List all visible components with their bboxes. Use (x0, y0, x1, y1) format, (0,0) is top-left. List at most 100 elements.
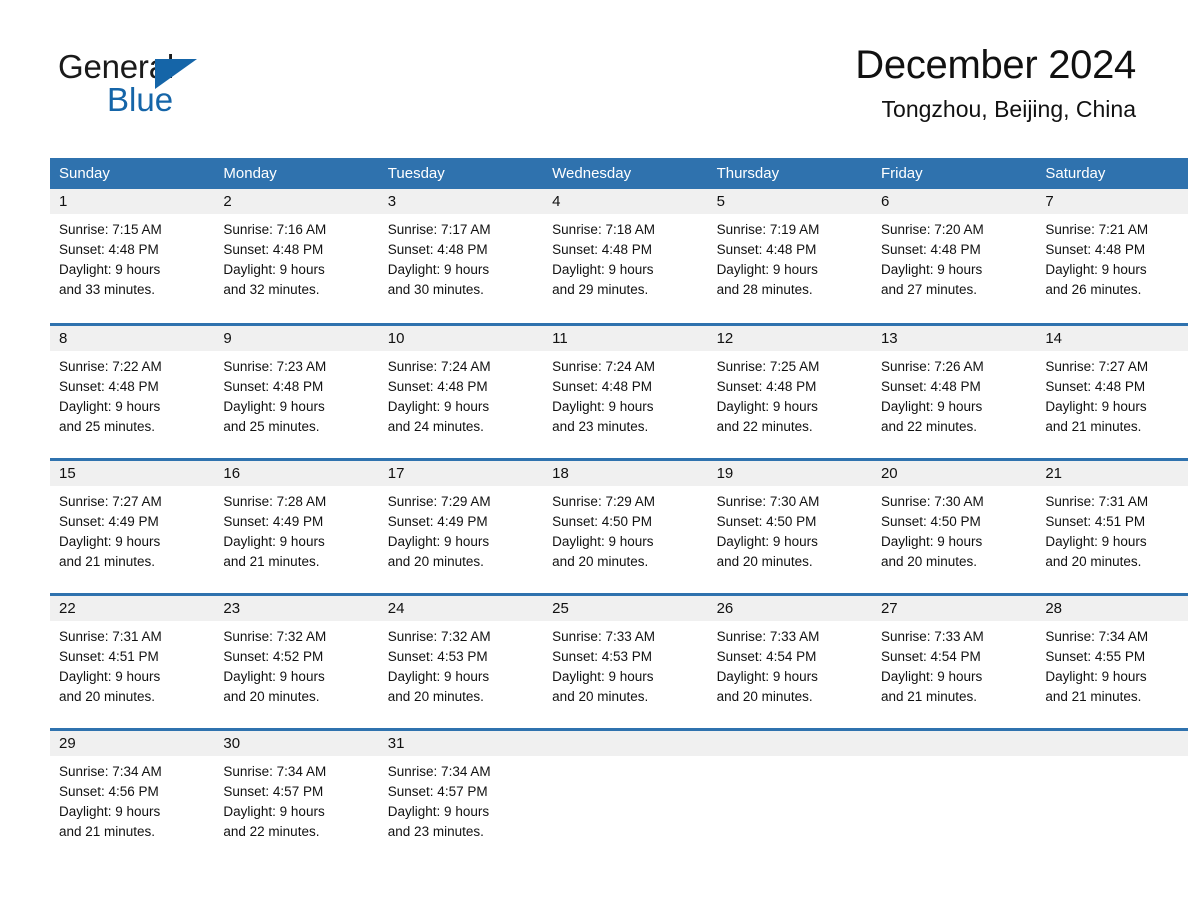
day-cell[interactable]: 2 Sunrise: 7:16 AM Sunset: 4:48 PM Dayli… (214, 189, 379, 324)
day-cell[interactable]: 1 Sunrise: 7:15 AM Sunset: 4:48 PM Dayli… (50, 189, 215, 324)
day-details: Sunrise: 7:28 AM Sunset: 4:49 PM Dayligh… (214, 486, 378, 572)
day-cell[interactable]: 23 Sunrise: 7:32 AM Sunset: 4:52 PM Dayl… (214, 592, 379, 729)
day-cell[interactable]: 29 Sunrise: 7:34 AM Sunset: 4:56 PM Dayl… (50, 727, 215, 864)
sunset-text: Sunset: 4:50 PM (716, 513, 817, 529)
day-cell[interactable]: 21 Sunrise: 7:31 AM Sunset: 4:51 PM Dayl… (1036, 457, 1188, 594)
day-cell-empty (871, 727, 1037, 864)
sunset-text: Sunset: 4:50 PM (552, 513, 652, 529)
sunrise-text: Sunrise: 7:16 AM (223, 222, 327, 237)
sunrise-text: Sunrise: 7:32 AM (223, 628, 327, 644)
day-cell-empty (543, 727, 708, 864)
day-cell[interactable]: 26 Sunrise: 7:33 AM Sunset: 4:54 PM Dayl… (707, 592, 872, 729)
day-cell[interactable]: 3 Sunrise: 7:17 AM Sunset: 4:48 PM Dayli… (378, 189, 544, 324)
day-details (872, 756, 1036, 762)
day-cell[interactable]: 11 Sunrise: 7:24 AM Sunset: 4:48 PM Dayl… (543, 322, 708, 459)
sunrise-text: Sunrise: 7:24 AM (552, 358, 655, 374)
calendar-week-row: 29 Sunrise: 7:34 AM Sunset: 4:56 PM Dayl… (50, 727, 1188, 864)
day-cell[interactable]: 22 Sunrise: 7:31 AM Sunset: 4:51 PM Dayl… (50, 592, 215, 729)
daylight-text-line2: and 20 minutes. (387, 688, 484, 704)
day-number: 6 (871, 189, 1037, 214)
daylight-text-line2: and 20 minutes. (1045, 553, 1142, 569)
daylight-text-line2: and 21 minutes. (59, 553, 156, 569)
daylight-text-line2: and 23 minutes. (552, 418, 649, 434)
day-number: 25 (543, 595, 708, 621)
day-cell[interactable]: 15 Sunrise: 7:27 AM Sunset: 4:49 PM Dayl… (50, 457, 215, 594)
sunrise-text: Sunrise: 7:17 AM (387, 222, 491, 237)
day-cell[interactable]: 18 Sunrise: 7:29 AM Sunset: 4:50 PM Dayl… (543, 457, 708, 594)
sunrise-text: Sunrise: 7:34 AM (223, 763, 327, 779)
day-cell[interactable]: 27 Sunrise: 7:33 AM Sunset: 4:54 PM Dayl… (871, 592, 1037, 729)
day-cell[interactable]: 14 Sunrise: 7:27 AM Sunset: 4:48 PM Dayl… (1036, 322, 1188, 459)
weekday-header-sunday: Sunday (59, 165, 110, 182)
sunset-text: Sunset: 4:48 PM (1045, 242, 1146, 257)
day-cell[interactable]: 17 Sunrise: 7:29 AM Sunset: 4:49 PM Dayl… (378, 457, 544, 594)
day-cell[interactable]: 10 Sunrise: 7:24 AM Sunset: 4:48 PM Dayl… (378, 322, 544, 459)
daylight-text-line1: Daylight: 9 hours (880, 668, 983, 684)
day-cell[interactable]: 19 Sunrise: 7:30 AM Sunset: 4:50 PM Dayl… (707, 457, 872, 594)
day-details: Sunrise: 7:34 AM Sunset: 4:56 PM Dayligh… (50, 756, 214, 842)
daylight-text-line2: and 20 minutes. (59, 688, 156, 704)
day-details: Sunrise: 7:31 AM Sunset: 4:51 PM Dayligh… (1036, 486, 1188, 572)
weekday-header-friday: Friday (880, 165, 923, 182)
day-details: Sunrise: 7:27 AM Sunset: 4:48 PM Dayligh… (1036, 351, 1188, 437)
sunset-text: Sunset: 4:54 PM (880, 648, 981, 664)
sunrise-text: Sunrise: 7:34 AM (387, 763, 491, 779)
daylight-text-line1: Daylight: 9 hours (552, 262, 654, 277)
day-details: Sunrise: 7:33 AM Sunset: 4:54 PM Dayligh… (872, 621, 1036, 707)
daylight-text-line1: Daylight: 9 hours (223, 262, 325, 277)
day-number: 23 (214, 595, 379, 621)
day-cell[interactable]: 9 Sunrise: 7:23 AM Sunset: 4:48 PM Dayli… (214, 322, 379, 459)
sunrise-text: Sunrise: 7:27 AM (59, 493, 162, 509)
daylight-text-line2: and 20 minutes. (552, 688, 649, 704)
day-cell[interactable]: 28 Sunrise: 7:34 AM Sunset: 4:55 PM Dayl… (1036, 592, 1188, 729)
calendar-page: General Blue December 2024 Tongzhou, Bei… (0, 0, 1188, 918)
daylight-text-line2: and 20 minutes. (880, 553, 978, 569)
daylight-text-line1: Daylight: 9 hours (1045, 262, 1147, 277)
day-cell[interactable]: 6 Sunrise: 7:20 AM Sunset: 4:48 PM Dayli… (871, 189, 1037, 324)
day-cell[interactable]: 12 Sunrise: 7:25 AM Sunset: 4:48 PM Dayl… (707, 322, 872, 459)
calendar-week-row: 22 Sunrise: 7:31 AM Sunset: 4:51 PM Dayl… (50, 592, 1188, 729)
day-cell[interactable]: 24 Sunrise: 7:32 AM Sunset: 4:53 PM Dayl… (378, 592, 544, 729)
page-header: General Blue December 2024 Tongzhou, Bei… (0, 0, 1188, 152)
day-cell[interactable]: 20 Sunrise: 7:30 AM Sunset: 4:50 PM Dayl… (871, 457, 1037, 594)
day-number: 22 (50, 595, 215, 621)
day-number: 13 (871, 325, 1037, 351)
sunrise-text: Sunrise: 7:27 AM (1045, 358, 1149, 374)
day-details: Sunrise: 7:31 AM Sunset: 4:51 PM Dayligh… (50, 621, 214, 707)
sunset-text: Sunset: 4:48 PM (880, 242, 981, 257)
day-cell[interactable]: 7 Sunrise: 7:21 AM Sunset: 4:48 PM Dayli… (1036, 189, 1188, 324)
daylight-text-line2: and 20 minutes. (223, 688, 320, 704)
daylight-text-line1: Daylight: 9 hours (223, 533, 325, 549)
daylight-text-line2: and 20 minutes. (552, 553, 649, 569)
sunset-text: Sunset: 4:48 PM (716, 242, 817, 257)
daylight-text-line1: Daylight: 9 hours (223, 398, 325, 414)
sunset-text: Sunset: 4:48 PM (223, 378, 324, 394)
daylight-text-line2: and 21 minutes. (59, 823, 156, 839)
sunset-text: Sunset: 4:48 PM (552, 242, 652, 257)
day-cell[interactable]: 25 Sunrise: 7:33 AM Sunset: 4:53 PM Dayl… (543, 592, 708, 729)
day-cell[interactable]: 8 Sunrise: 7:22 AM Sunset: 4:48 PM Dayli… (50, 322, 215, 459)
daylight-text-line2: and 25 minutes. (59, 418, 156, 434)
sunrise-text: Sunrise: 7:28 AM (223, 493, 327, 509)
day-cell[interactable]: 16 Sunrise: 7:28 AM Sunset: 4:49 PM Dayl… (214, 457, 379, 594)
day-number: 27 (871, 595, 1037, 621)
daylight-text-line1: Daylight: 9 hours (880, 398, 983, 414)
day-details: Sunrise: 7:22 AM Sunset: 4:48 PM Dayligh… (50, 351, 214, 437)
daylight-text-line1: Daylight: 9 hours (59, 803, 161, 819)
sunrise-sunset-calendar-table: Sunday Monday Tuesday Wednesday Thursday… (50, 158, 1188, 864)
daylight-text-line1: Daylight: 9 hours (716, 262, 818, 277)
daylight-text-line2: and 21 minutes. (880, 688, 978, 704)
day-cell[interactable]: 31 Sunrise: 7:34 AM Sunset: 4:57 PM Dayl… (378, 727, 544, 864)
day-cell[interactable]: 5 Sunrise: 7:19 AM Sunset: 4:48 PM Dayli… (707, 189, 872, 324)
day-cell[interactable]: 30 Sunrise: 7:34 AM Sunset: 4:57 PM Dayl… (214, 727, 379, 864)
day-number: 8 (50, 325, 215, 351)
daylight-text-line2: and 33 minutes. (59, 282, 156, 297)
day-cell-empty (1036, 727, 1188, 864)
daylight-text-line2: and 20 minutes. (387, 553, 484, 569)
general-blue-logo[interactable]: General Blue (58, 50, 288, 122)
day-details: Sunrise: 7:18 AM Sunset: 4:48 PM Dayligh… (543, 214, 707, 300)
day-number (1036, 730, 1188, 756)
day-cell[interactable]: 4 Sunrise: 7:18 AM Sunset: 4:48 PM Dayli… (543, 189, 708, 324)
day-details: Sunrise: 7:29 AM Sunset: 4:50 PM Dayligh… (543, 486, 707, 572)
day-cell[interactable]: 13 Sunrise: 7:26 AM Sunset: 4:48 PM Dayl… (871, 322, 1037, 459)
